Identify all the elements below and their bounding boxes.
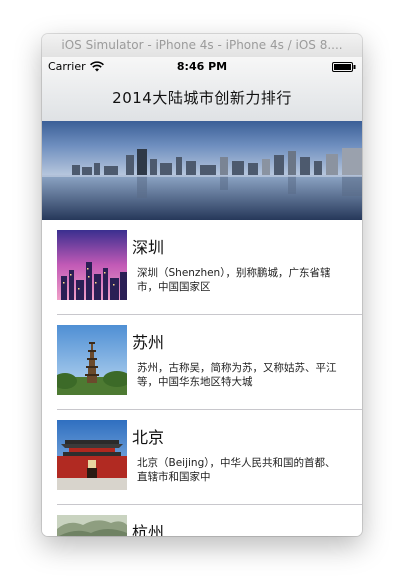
city-description: 北京（Beijing），中华人民共和国的首都、直辖市和国家中: [137, 457, 336, 483]
device-screen: Carrier 8:46 PM 2014大陆城市创新力排行 深圳 深圳（Shen…: [42, 57, 362, 536]
hangzhou-landscape-image: [57, 515, 127, 536]
list-item[interactable]: 北京 北京（Beijing），中华人民共和国的首都、直辖市和国家中: [57, 410, 362, 505]
list-item[interactable]: 苏州 苏州，古称吴，简称为苏，又称姑苏、平江等，中国华东地区特大城: [57, 315, 362, 410]
list-item[interactable]: 杭州: [57, 505, 362, 536]
status-bar: Carrier 8:46 PM: [42, 57, 362, 77]
shenzhen-skyline-image: [57, 230, 127, 300]
navigation-bar: Carrier 8:46 PM 2014大陆城市创新力排行: [42, 57, 362, 122]
simulator-title: iOS Simulator - iPhone 4s - iPhone 4s / …: [42, 34, 362, 58]
banner-image: [42, 121, 362, 220]
simulator-window: iOS Simulator - iPhone 4s - iPhone 4s / …: [42, 34, 362, 536]
page-title: 2014大陆城市创新力排行: [112, 89, 292, 107]
city-name: 杭州: [132, 523, 165, 536]
suzhou-pagoda-image: [57, 325, 127, 395]
status-time: 8:46 PM: [176, 60, 228, 73]
city-list[interactable]: 深圳 深圳（Shenzhen），别称鹏城，广东省辖市，中国国家区 苏州 苏州，古…: [42, 220, 362, 536]
city-name: 北京: [132, 428, 165, 447]
list-item[interactable]: 深圳 深圳（Shenzhen），别称鹏城，广东省辖市，中国国家区: [57, 220, 362, 315]
city-name: 深圳: [132, 238, 165, 257]
city-description: 深圳（Shenzhen），别称鹏城，广东省辖市，中国国家区: [137, 267, 331, 293]
city-description: 苏州，古称吴，简称为苏，又称姑苏、平江等，中国华东地区特大城: [137, 362, 337, 388]
beijing-tiananmen-image: [57, 420, 127, 490]
city-name: 苏州: [132, 333, 165, 352]
battery-icon: [332, 62, 356, 72]
